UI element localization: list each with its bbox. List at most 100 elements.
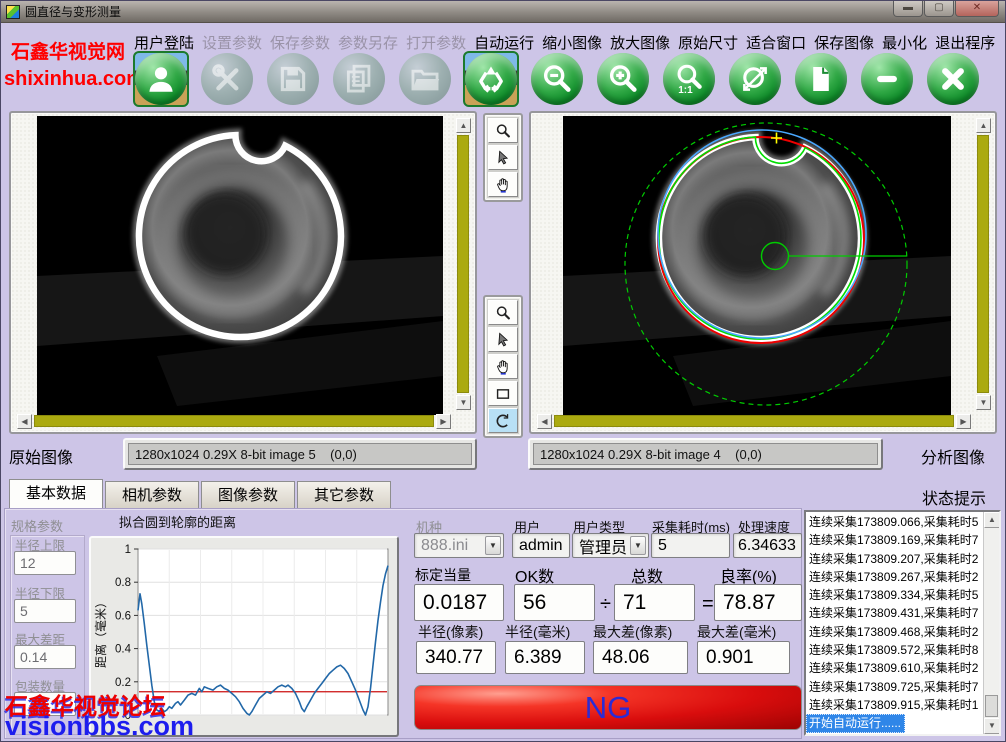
menu-item-exit-program[interactable]: 退出程序 bbox=[935, 32, 995, 53]
toolbar-zoom-in-button[interactable] bbox=[596, 52, 650, 106]
window-maximize-button[interactable]: ▢ bbox=[924, 1, 954, 17]
log-row[interactable]: 连续采集173809.431,采集耗时7 bbox=[806, 604, 983, 622]
scroll-left-icon[interactable]: ◀ bbox=[17, 414, 32, 429]
log-row[interactable]: 连续采集173809.169,采集耗时7 bbox=[806, 531, 983, 549]
log-row[interactable]: 开始自动运行...... bbox=[806, 714, 905, 732]
tool-cursor-button[interactable] bbox=[488, 327, 518, 352]
vertical-scrollbar[interactable]: ▲ ▼ bbox=[976, 118, 991, 410]
menu-item-minimize[interactable]: 最小化 bbox=[882, 32, 927, 53]
scroll-right-icon[interactable]: ▶ bbox=[436, 414, 451, 429]
usertype-select[interactable]: 管理员 ▼ bbox=[572, 533, 649, 558]
tab-basic-data[interactable]: 基本数据 bbox=[9, 479, 103, 509]
tool-hand-button[interactable] bbox=[488, 354, 518, 379]
toolbar-recycle-button[interactable] bbox=[464, 52, 518, 106]
machine-select[interactable]: 888.ini ▼ bbox=[414, 533, 504, 558]
log-row[interactable]: 连续采集173809.915,采集耗时1 bbox=[806, 696, 983, 714]
tool-cursor-button[interactable] bbox=[488, 145, 518, 170]
original-image-canvas[interactable] bbox=[37, 116, 443, 415]
log-row[interactable]: 连续采集173809.207,采集耗时2 bbox=[806, 550, 983, 568]
yield-field[interactable]: 78.87 bbox=[714, 584, 802, 621]
total-count-field[interactable]: 71 bbox=[614, 584, 695, 621]
app-icon bbox=[6, 5, 20, 19]
tool-magnifier-button[interactable] bbox=[488, 118, 518, 143]
scroll-down-icon[interactable]: ▼ bbox=[456, 395, 471, 410]
ok-count-value: 56 bbox=[523, 591, 546, 615]
vertical-scrollbar[interactable]: ▲ ▼ bbox=[456, 118, 471, 410]
scroll-right-icon[interactable]: ▶ bbox=[956, 414, 971, 429]
log-row[interactable]: 连续采集173809.267,采集耗时2 bbox=[806, 568, 983, 586]
user-field[interactable]: admin bbox=[512, 533, 570, 558]
menu-item-user-login[interactable]: 用户登陆 bbox=[134, 32, 194, 53]
toolbar-page-button[interactable] bbox=[794, 52, 848, 106]
acq-time-field[interactable]: 5 bbox=[651, 533, 730, 558]
toolbar-zoom-fit-button[interactable] bbox=[728, 52, 782, 106]
log-scrollbar[interactable]: ▲ ▼ bbox=[983, 512, 999, 734]
horizontal-scrollbar[interactable]: ◀ ▶ bbox=[17, 414, 451, 429]
menu-item-zoom-in-image[interactable]: 放大图像 bbox=[610, 32, 670, 53]
menu-item-zoom-out-image[interactable]: 缩小图像 bbox=[542, 32, 602, 53]
usertype-value: 管理员 bbox=[579, 534, 627, 558]
toolbar-copy-button bbox=[332, 52, 386, 106]
scrollbar-thumb[interactable] bbox=[985, 695, 998, 717]
tool-magnifier-button[interactable] bbox=[488, 300, 518, 325]
toolbar-user-button[interactable] bbox=[134, 52, 188, 106]
window-minimize-button[interactable]: ▬ bbox=[893, 1, 923, 17]
scrollbar-thumb[interactable] bbox=[554, 415, 954, 427]
original-image-infobar: 1280x1024 0.29X 8-bit image 5 (0,0) bbox=[123, 438, 477, 470]
status-log-list[interactable]: 连续采集173809.066,采集耗时5连续采集173809.169,采集耗时7… bbox=[804, 510, 1001, 736]
toolbar-zoom-out-button[interactable] bbox=[530, 52, 584, 106]
menu-item-save-image[interactable]: 保存图像 bbox=[814, 32, 874, 53]
analysis-image-canvas[interactable] bbox=[563, 116, 951, 416]
radius-mm-field[interactable]: 6.389 bbox=[505, 641, 585, 674]
tool-hand-button[interactable] bbox=[488, 172, 518, 197]
svg-text:0.8: 0.8 bbox=[115, 577, 131, 589]
tab-other-params[interactable]: 其它参数 bbox=[297, 481, 391, 509]
horizontal-scrollbar[interactable]: ◀ ▶ bbox=[537, 414, 971, 429]
calib-field[interactable]: 0.0187 bbox=[414, 584, 504, 621]
log-row[interactable]: 连续采集173809.572,采集耗时8 bbox=[806, 641, 983, 659]
ok-count-field[interactable]: 56 bbox=[514, 584, 595, 621]
menu-item-original-size[interactable]: 原始尺寸 bbox=[678, 32, 738, 53]
log-row[interactable]: 连续采集173809.610,采集耗时2 bbox=[806, 659, 983, 677]
scroll-up-icon[interactable]: ▲ bbox=[456, 118, 471, 133]
maxdiff-mm-field[interactable]: 0.901 bbox=[697, 641, 790, 674]
chevron-down-icon[interactable]: ▼ bbox=[485, 536, 501, 555]
toolbar-minimize-button[interactable] bbox=[860, 52, 914, 106]
scrollbar-thumb[interactable] bbox=[977, 135, 989, 393]
user-value: admin bbox=[519, 537, 563, 555]
svg-text:1: 1 bbox=[125, 544, 131, 556]
menu-item-auto-run[interactable]: 自动运行 bbox=[474, 32, 534, 53]
speed-field[interactable]: 6.34633 bbox=[733, 533, 802, 558]
tool-bar: 1:1 bbox=[134, 52, 1000, 106]
scrollbar-thumb[interactable] bbox=[457, 135, 469, 393]
scroll-up-icon[interactable]: ▲ bbox=[976, 118, 991, 133]
log-row[interactable]: 连续采集173809.066,采集耗时5 bbox=[806, 513, 983, 531]
toolbar-zoom-1to1-button[interactable]: 1:1 bbox=[662, 52, 716, 106]
scroll-up-icon[interactable]: ▲ bbox=[984, 512, 1000, 528]
log-row[interactable]: 连续采集173809.468,采集耗时2 bbox=[806, 623, 983, 641]
minimize-icon bbox=[870, 62, 904, 96]
toolbar-close-button[interactable] bbox=[926, 52, 980, 106]
chevron-down-icon[interactable]: ▼ bbox=[630, 536, 646, 555]
menu-item-open-params: 打开参数 bbox=[406, 32, 466, 53]
radius-px-field[interactable]: 340.77 bbox=[416, 641, 496, 674]
tool-rectangle-button[interactable] bbox=[488, 381, 518, 406]
menu-item-fit-window[interactable]: 适合窗口 bbox=[746, 32, 806, 53]
log-row[interactable]: 连续采集173809.725,采集耗时7 bbox=[806, 678, 983, 696]
tab-image-params[interactable]: 图像参数 bbox=[201, 481, 295, 509]
scroll-left-icon[interactable]: ◀ bbox=[537, 414, 552, 429]
spec-field-2[interactable]: 0.14 bbox=[14, 645, 76, 669]
scroll-down-icon[interactable]: ▼ bbox=[984, 718, 1000, 734]
maxdiff-px-field[interactable]: 48.06 bbox=[593, 641, 688, 674]
window-close-button[interactable]: ✕ bbox=[955, 1, 999, 17]
tool-arc-button[interactable] bbox=[488, 408, 518, 433]
zoom-1to1-icon: 1:1 bbox=[672, 62, 706, 96]
save-icon bbox=[276, 62, 310, 96]
scroll-down-icon[interactable]: ▼ bbox=[976, 395, 991, 410]
spec-field-1[interactable]: 5 bbox=[14, 599, 76, 623]
spec-field-0[interactable]: 12 bbox=[14, 551, 76, 575]
scrollbar-thumb[interactable] bbox=[34, 415, 434, 427]
equals-sign: = bbox=[702, 593, 714, 616]
log-row[interactable]: 连续采集173809.334,采集耗时5 bbox=[806, 586, 983, 604]
tab-camera-params[interactable]: 相机参数 bbox=[105, 481, 199, 509]
